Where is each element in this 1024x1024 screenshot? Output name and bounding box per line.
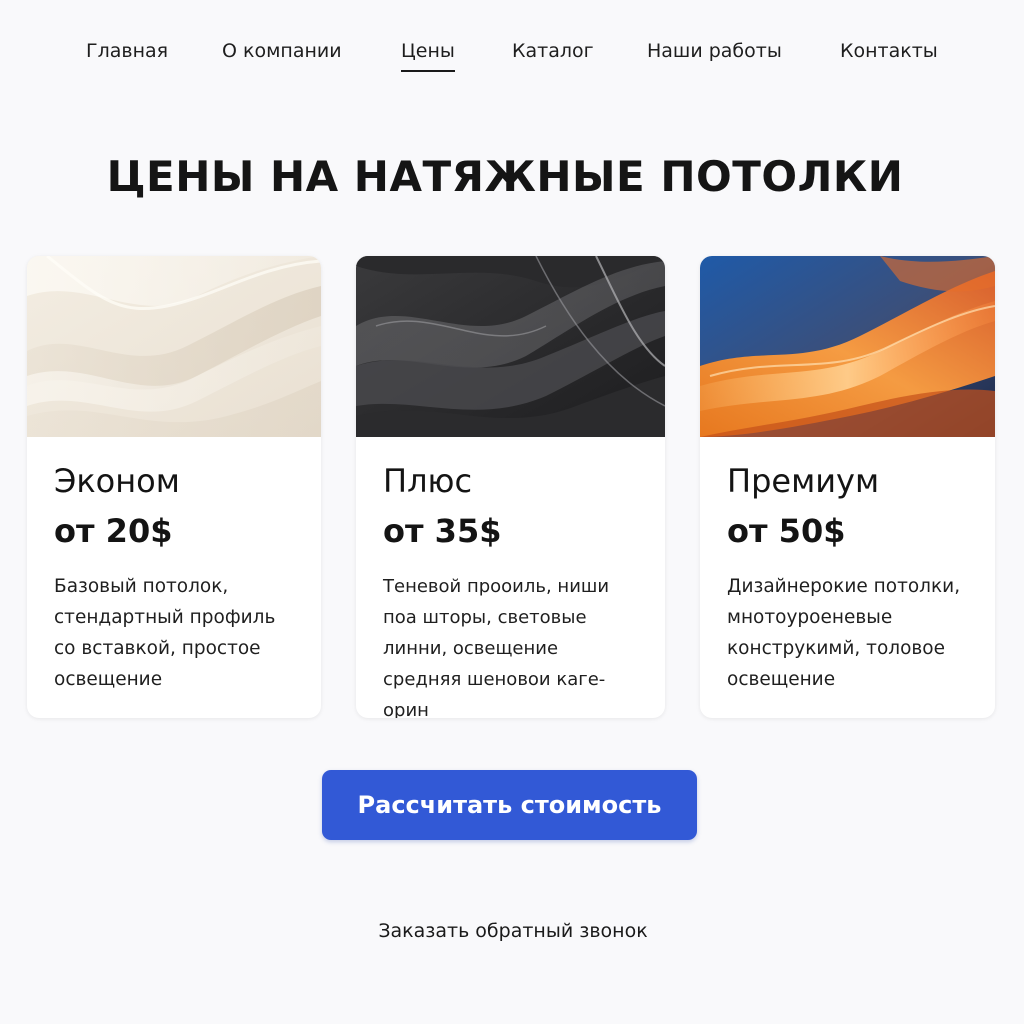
card-image-gradient-waves [700, 256, 995, 437]
page-title: ЦЕНЫ НА НАТЯЖНЫЕ ПОТОЛКИ [106, 152, 904, 201]
card-price: от 20$ [54, 512, 173, 550]
card-description: Дизайнерокие потолки, мнотоуроеневые кон… [727, 576, 961, 690]
nav-item-about[interactable]: О компании [222, 40, 342, 70]
card-title: Премиум [727, 462, 880, 500]
card-image-dark-waves [356, 256, 665, 437]
nav-item-home[interactable]: Главная [86, 40, 168, 70]
callback-request-link[interactable]: Заказать обратный звонок [0, 920, 1024, 942]
pricing-card-econom[interactable]: Эконом от 20$ Базовый потолок, стендартн… [27, 256, 321, 718]
pricing-card-premium[interactable]: Премиум от 50$ Дизайнерокие потолки, мно… [700, 256, 995, 718]
card-price: от 50$ [727, 512, 846, 550]
calculate-cost-button[interactable]: Рассчитать стоимость [322, 770, 697, 840]
card-price: от 35$ [383, 512, 502, 550]
card-title: Плюс [383, 462, 473, 500]
nav-item-contacts[interactable]: Контакты [840, 40, 938, 70]
nav-item-works[interactable]: Наши работы [647, 40, 782, 70]
card-description: Теневой прооиль, ниши поа шторы, световы… [383, 576, 610, 718]
nav-item-prices[interactable]: Цены [401, 40, 455, 72]
card-description: Базовый потолок, стендартный профиль со … [54, 576, 276, 690]
main-navigation: Главная О компании Цены Каталог Наши раб… [0, 40, 1024, 80]
blue-orange-wave-texture-icon [700, 256, 995, 437]
card-image-cream-waves [27, 256, 321, 437]
pricing-card-plus[interactable]: Плюс от 35$ Теневой прооиль, ниши поа шт… [356, 256, 665, 718]
card-title: Эконом [54, 462, 180, 500]
nav-item-catalog[interactable]: Каталог [512, 40, 594, 70]
dark-gray-wave-texture-icon [356, 256, 665, 437]
cream-wave-texture-icon [27, 256, 321, 437]
